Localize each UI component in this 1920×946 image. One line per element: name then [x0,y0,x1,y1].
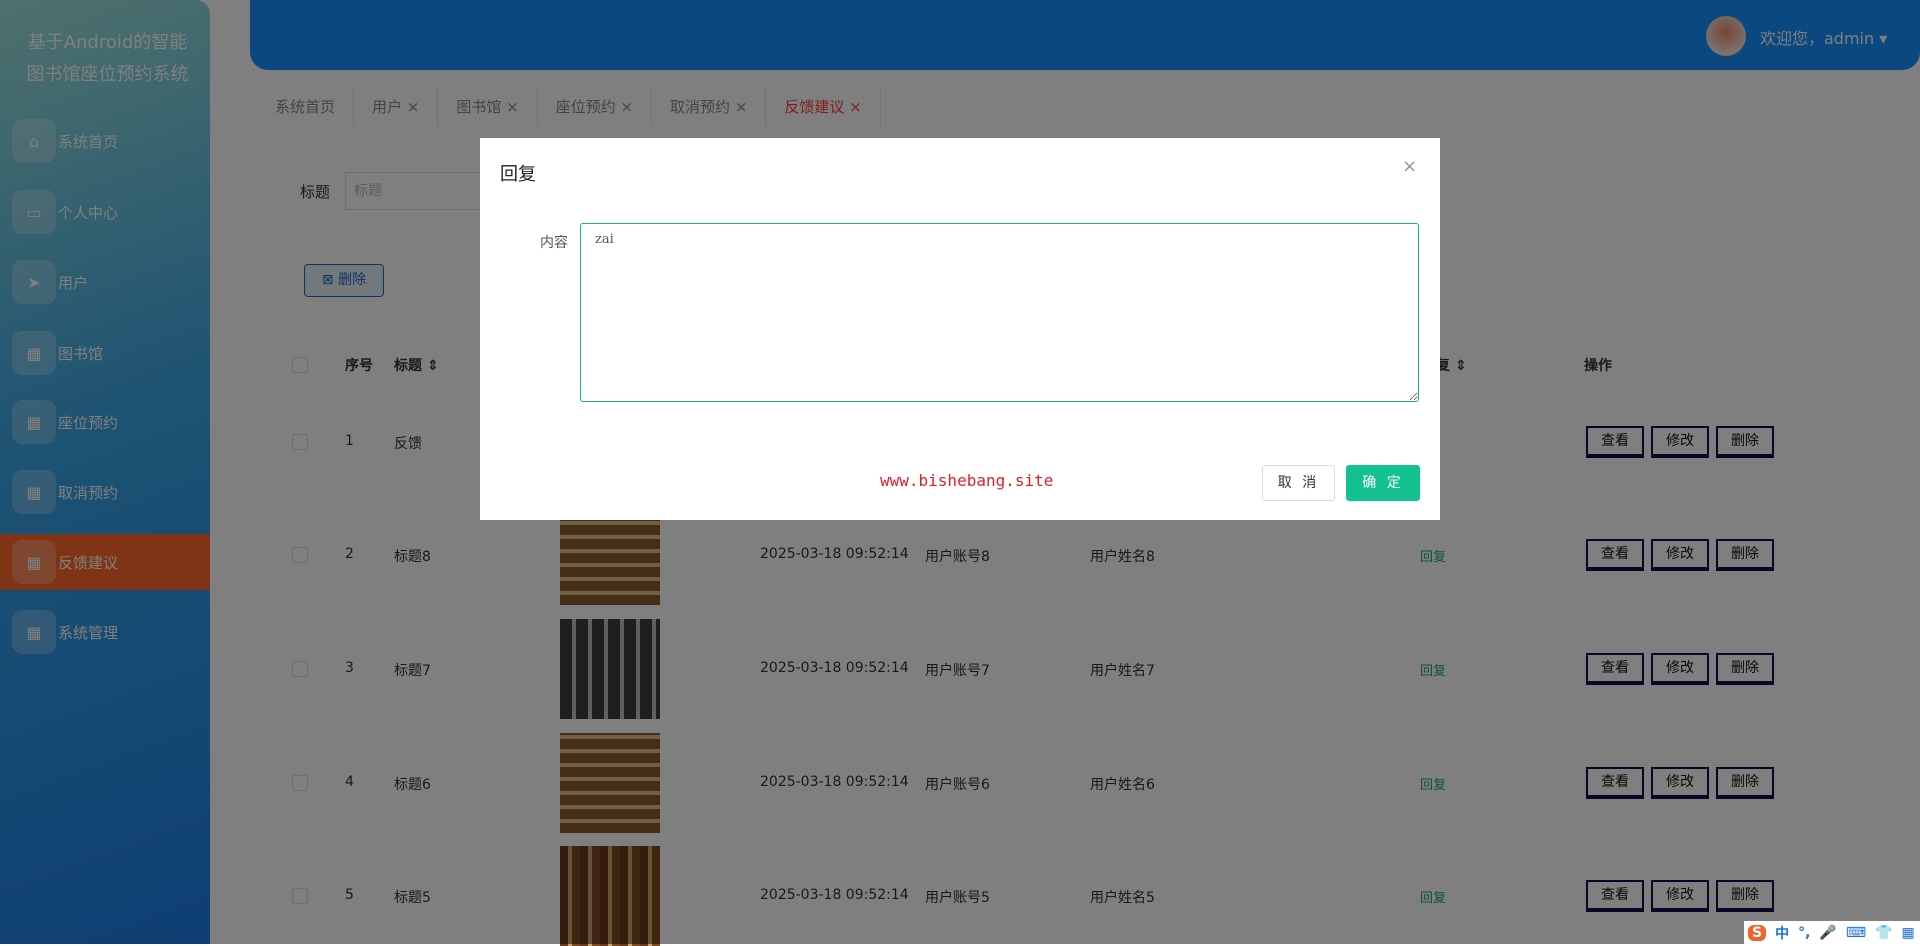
close-icon[interactable]: × [1402,156,1417,177]
keyboard-icon[interactable]: ⌨ [1846,925,1866,941]
content-textarea[interactable] [580,223,1419,402]
apps-icon[interactable]: ▦ [1902,925,1915,941]
ime-toolbar: S 中 °, 🎤 ⌨ 👕 ▦ [1744,921,1920,944]
punctuation-icon[interactable]: °, [1798,925,1810,941]
cancel-button[interactable]: 取 消 [1262,465,1335,501]
microphone-icon[interactable]: 🎤 [1819,925,1836,941]
content-label: 内容 [540,235,568,251]
dialog-title: 回复 [500,164,536,185]
ime-logo-icon[interactable]: S [1748,924,1767,941]
skin-icon[interactable]: 👕 [1875,925,1892,941]
ime-mode[interactable]: 中 [1775,923,1789,943]
reply-dialog: 回复 × 内容 www.bishebang.site 取 消 确 定 [480,138,1440,520]
confirm-button[interactable]: 确 定 [1346,465,1420,501]
watermark: www.bishebang.site [880,471,1054,490]
